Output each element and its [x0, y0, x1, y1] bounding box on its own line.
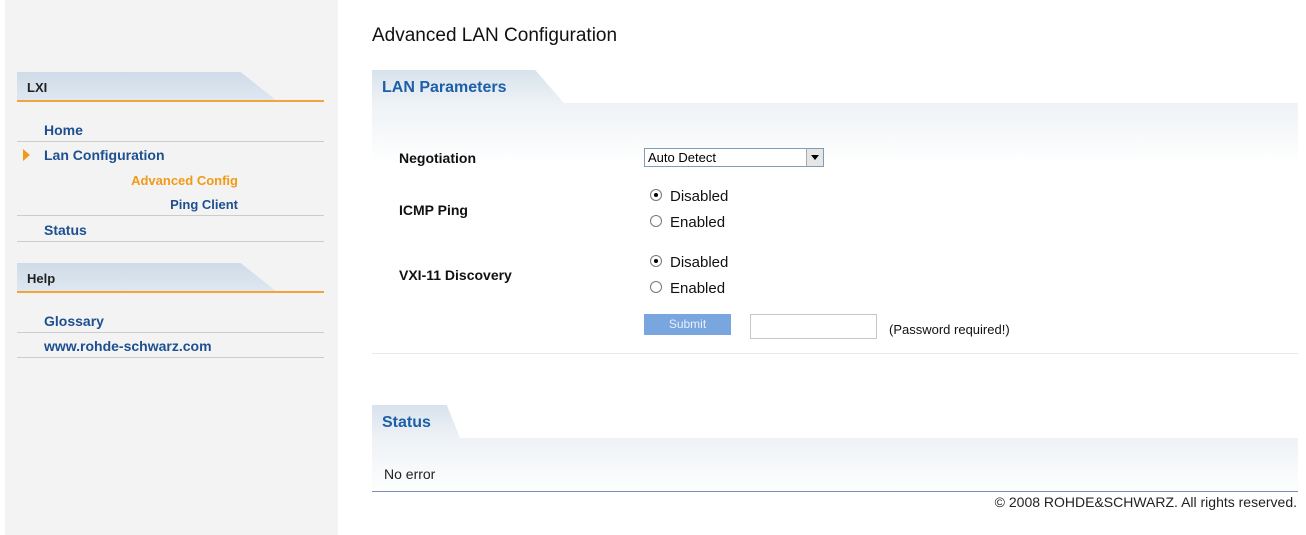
sidebar-item-label: Glossary [44, 313, 104, 329]
option-label: Disabled [670, 188, 729, 205]
status-panel: Status [372, 405, 1298, 491]
negotiation-value: Auto Detect [648, 150, 716, 165]
submit-button[interactable]: Submit [644, 314, 731, 335]
vxi-discovery-label: VXI-11 Discovery [399, 267, 512, 283]
radio-unchecked-icon[interactable] [650, 215, 662, 228]
sidebar-item-ping-client[interactable]: Ping Client [17, 192, 324, 216]
copyright-text: © 2008 ROHDE&SCHWARZ. All rights reserve… [994, 494, 1297, 510]
radio-unchecked-icon[interactable] [650, 281, 662, 294]
password-note: (Password required!) [889, 322, 1010, 337]
sidebar-item-website[interactable]: www.rohde-schwarz.com [17, 334, 324, 358]
status-message: No error [384, 466, 436, 482]
negotiation-select[interactable]: Auto Detect [644, 148, 824, 167]
tab-status: Status [372, 405, 460, 438]
sidebar-item-lan-configuration[interactable]: Lan Configuration [17, 143, 324, 167]
current-arrow-icon [23, 149, 30, 161]
sidebar-item-home[interactable]: Home [17, 118, 324, 142]
radio-checked-icon[interactable] [650, 255, 662, 268]
icmp-ping-disabled-option[interactable]: Disabled [650, 188, 728, 205]
icmp-ping-label: ICMP Ping [399, 202, 468, 218]
option-label: Enabled [670, 280, 726, 297]
sidebar-item-label: Ping Client [170, 197, 238, 212]
divider [372, 353, 1298, 354]
panel-title: LAN Parameters [382, 79, 507, 96]
radio-checked-icon[interactable] [650, 189, 662, 202]
sidebar-item-label: www.rohde-schwarz.com [44, 338, 212, 354]
sidebar-item-label: Status [44, 222, 87, 238]
sidebar-item-label: Home [44, 122, 83, 138]
sidebar-item-label: Advanced Config [131, 173, 238, 188]
tab-lan-parameters: LAN Parameters [372, 70, 564, 103]
section-title-help: Help [27, 271, 56, 286]
icmp-ping-enabled-option[interactable]: Enabled [650, 214, 725, 231]
sidebar: LXI Home Lan Configuration Advanced Conf… [5, 0, 338, 535]
option-label: Disabled [670, 254, 729, 271]
sidebar-item-label: Lan Configuration [44, 147, 165, 163]
section-title-lxi: LXI [27, 80, 48, 95]
password-input[interactable] [750, 314, 877, 339]
negotiation-label: Negotiation [399, 150, 476, 166]
vxi-discovery-disabled-option[interactable]: Disabled [650, 254, 728, 271]
divider [372, 491, 1298, 492]
sidebar-item-advanced-config[interactable]: Advanced Config [17, 168, 324, 192]
sidebar-item-status[interactable]: Status [17, 218, 324, 242]
page-title: Advanced LAN Configuration [372, 25, 618, 46]
vxi-discovery-enabled-option[interactable]: Enabled [650, 280, 725, 297]
sidebar-section-lxi: LXI [17, 72, 324, 102]
panel-title: Status [382, 414, 431, 431]
option-label: Enabled [670, 214, 726, 231]
chevron-down-icon[interactable] [806, 149, 823, 166]
sidebar-item-glossary[interactable]: Glossary [17, 309, 324, 333]
sidebar-section-help: Help [17, 263, 324, 293]
